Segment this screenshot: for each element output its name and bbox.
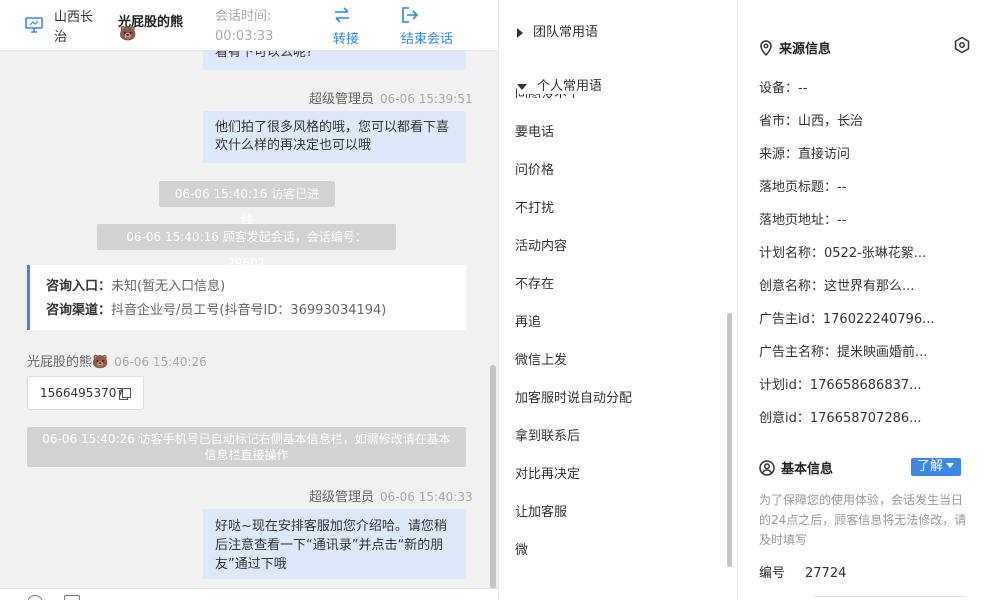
session-time-value: 00:03:33 [215, 29, 274, 44]
message-time: 06-06 15:40:26 [114, 355, 207, 369]
phrase-item[interactable]: 不存在 [515, 273, 554, 292]
info-row-creative-name: 创意名称：这世界有那么... [759, 279, 915, 294]
customer-avatar: 🐻 [119, 26, 137, 42]
info-row-device: 设备：-- [759, 81, 808, 96]
info-row-plan-id: 计划id：176658686837... [759, 378, 922, 393]
transfer-icon [335, 7, 349, 23]
session-time-label: 会话时间: [215, 9, 272, 24]
customer-id-row: 编号 27724 [759, 566, 847, 581]
message-sender: 超级管理员 06-06 15:39:51 [309, 92, 473, 107]
image-icon[interactable] [64, 595, 80, 600]
agent-message-bubble: 好哒~现在安排客服加您介绍哈。请您稍后注意查看一下“通讯录”并点击“新的朋友”通… [203, 509, 466, 579]
customer-info-panel: 来源信息 设备：-- 省市：山西，长治 来源：直接访问 落地页标题：-- 落地页… [739, 0, 986, 600]
caret-right-icon [517, 27, 523, 38]
info-row-plan-name: 计划名称：0522-张琳花絮... [759, 246, 927, 261]
agent-message-text: 他们拍了很多风格的哦，您可以都看下喜欢什么样的再决定也可以哦 [215, 120, 450, 153]
source-info-title: 来源信息 [759, 38, 831, 57]
user-icon [759, 460, 775, 476]
edit-notice: 为了保障您的使用体验，会话发生当日的24点之后，顾客信息将无法修改，请及时填写 [759, 493, 967, 547]
phrase-item[interactable]: 要电话 [515, 121, 554, 140]
system-message: 06-06 15:40:16 访客已进线 [159, 181, 335, 227]
field-underline [814, 596, 964, 597]
chat-message-list[interactable]: 看有下可以么呢? 超级管理员 06-06 15:39:51 他们拍了很多风格的哦，… [0, 0, 490, 589]
phrase-item[interactable]: 对比再决定 [515, 463, 580, 482]
info-row-advertiser-name: 广告主名称：提米映画婚前... [759, 345, 928, 360]
system-message: 06-06 15:40:16 顾客发起会话，会话编号：29601 [97, 224, 396, 270]
info-row-landing-url: 落地页地址：-- [759, 213, 847, 228]
phrase-item[interactable]: 活动内容 [515, 235, 567, 254]
visitor-phone-message[interactable]: 15664953707 [27, 376, 144, 410]
info-row-source: 来源：直接访问 [759, 147, 851, 162]
info-row-province-city: 省市：山西，长治 [759, 114, 864, 129]
end-session-label: 结束会话 [401, 32, 454, 47]
bear-emoji: 🐻 [92, 355, 109, 370]
info-row-creative-id: 创意id：176658707286... [759, 411, 922, 426]
consult-info-card: 咨询入口：未知(暂无入口信息) 咨询渠道：抖音企业号/员工号(抖音号ID：369… [27, 265, 466, 330]
consult-entry-row: 咨询入口：未知(暂无入口信息) [46, 279, 226, 294]
quick-phrases-panel: 团队常用语 个人常用语 回图没不了 要电话 问价格 不打扰 活动内容 不存在 再… [498, 0, 738, 600]
phrase-item[interactable]: 加客服时说自动分配 [515, 387, 632, 406]
personal-phrases-group[interactable]: 个人常用语 [517, 75, 609, 94]
personal-phrases-label: 个人常用语 [537, 79, 603, 94]
emoji-icon[interactable] [27, 595, 43, 600]
team-phrases-label: 团队常用语 [533, 25, 599, 40]
phone-number: 15664953707 [40, 386, 124, 400]
monitor-icon [25, 17, 43, 33]
agent-message-bubble: 他们拍了很多风格的哦，您可以都看下喜欢什么样的再决定也可以哦 [203, 111, 466, 163]
settings-icon[interactable] [953, 36, 971, 54]
consult-channel-row: 咨询渠道：抖音企业号/员工号(抖音号ID：36993034194) [46, 303, 387, 318]
location-icon [760, 40, 772, 57]
info-row-advertiser-id: 广告主id：176022240796... [759, 312, 935, 327]
visitor-sender: 光屁股的熊🐻 06-06 15:40:26 [27, 355, 207, 370]
team-phrases-group[interactable]: 团队常用语 [517, 21, 599, 40]
caret-down-icon [517, 83, 527, 90]
chat-scrollbar[interactable] [490, 365, 496, 589]
phrase-item[interactable]: 微信上发 [515, 349, 567, 368]
chat-header: 山西长治 光屁股的熊 🐻 会话时间: 00:03:33 转接 结束会话 [0, 0, 498, 51]
phrase-item[interactable]: 拿到联系后 [515, 425, 580, 444]
phrase-item[interactable]: 问价格 [515, 159, 554, 178]
message-sender: 超级管理员 06-06 15:40:33 [309, 490, 473, 505]
chat-panel: 看有下可以么呢? 超级管理员 06-06 15:39:51 他们拍了很多风格的哦，… [0, 0, 498, 600]
end-session-button[interactable]: 结束会话 [401, 6, 453, 47]
customer-region: 山西长治 [54, 10, 94, 45]
system-message: 06-06 15:40:26 访客手机号已自动标记右侧基本信息栏，如需修改请在基… [27, 427, 466, 467]
info-row-landing-title: 落地页标题：-- [759, 180, 847, 195]
phrase-item[interactable]: 不打扰 [515, 197, 554, 216]
copy-icon[interactable] [119, 388, 131, 400]
message-time: 06-06 15:39:51 [380, 92, 473, 106]
caret-down-icon [946, 463, 955, 468]
learn-more-button[interactable]: 了解 [911, 458, 961, 476]
phrases-scrollbar[interactable] [727, 313, 732, 567]
transfer-label: 转接 [333, 32, 360, 47]
agent-message-text: 好哒~现在安排客服加您介绍哈。请您稍后注意查看一下“通讯录”并点击“新的朋友”通… [215, 519, 447, 572]
phrase-item[interactable]: 让加客服 [515, 501, 567, 520]
phrase-item[interactable]: 微 [515, 539, 528, 558]
logout-icon [402, 7, 419, 23]
chat-input-toolbar [0, 588, 498, 600]
message-time: 06-06 15:40:33 [380, 490, 473, 504]
basic-info-title: 基本信息 [759, 458, 833, 477]
phrase-item[interactable]: 再追 [515, 311, 541, 330]
transfer-button[interactable]: 转接 [333, 6, 359, 47]
